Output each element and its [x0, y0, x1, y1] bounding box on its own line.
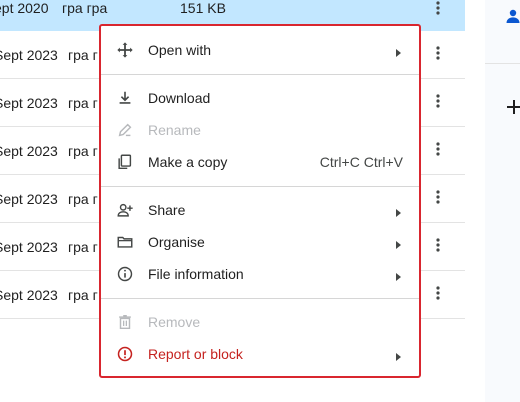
menu-item-label: Download [148, 90, 211, 106]
more-actions-icon[interactable] [428, 235, 448, 255]
row-date: Sept 2023 [0, 47, 58, 63]
edit-icon [115, 120, 135, 140]
person-add-icon [115, 200, 135, 220]
info-icon [115, 264, 135, 284]
row-owner: гра г [68, 287, 98, 303]
context-menu: Open with Download Rename Make a copy Ct… [99, 24, 421, 378]
submenu-arrow-icon [393, 205, 403, 217]
submenu-arrow-icon [393, 45, 403, 57]
row-date: Sept 2023 [0, 95, 58, 111]
more-actions-icon[interactable] [428, 0, 448, 18]
row-date: Sept 2023 [0, 191, 58, 207]
submenu-arrow-icon [393, 237, 403, 249]
report-icon [115, 344, 135, 364]
menu-item-organise[interactable]: Organise [101, 226, 419, 258]
menu-divider [101, 74, 419, 75]
row-owner: гра гра [62, 0, 108, 16]
row-owner: гра г [68, 95, 98, 111]
menu-item-label: Rename [148, 122, 201, 138]
menu-item-open-with[interactable]: Open with [101, 34, 419, 66]
more-actions-icon[interactable] [428, 91, 448, 111]
menu-item-report-or-block[interactable]: Report or block [101, 338, 419, 370]
row-date: Sept 2023 [0, 143, 58, 159]
menu-item-rename[interactable]: Rename [101, 114, 419, 146]
submenu-arrow-icon [393, 349, 403, 361]
menu-item-label: Share [148, 202, 186, 218]
folder-icon [115, 232, 135, 252]
menu-divider [101, 298, 419, 299]
more-actions-icon[interactable] [428, 187, 448, 207]
menu-divider [101, 186, 419, 187]
side-panel [485, 0, 520, 402]
menu-item-share[interactable]: Share [101, 194, 419, 226]
more-actions-icon[interactable] [428, 283, 448, 303]
menu-item-label: Organise [148, 234, 205, 250]
more-actions-icon[interactable] [428, 43, 448, 63]
menu-item-label: Make a copy [148, 154, 228, 170]
row-date: ept 2020 [0, 0, 49, 16]
menu-item-label: Remove [148, 314, 201, 330]
menu-item-make-copy[interactable]: Make a copy Ctrl+C Ctrl+V [101, 146, 419, 178]
row-date: Sept 2023 [0, 239, 58, 255]
menu-item-label: File information [148, 266, 244, 282]
menu-item-label: Open with [148, 42, 212, 58]
download-icon [115, 88, 135, 108]
panel-divider [485, 63, 520, 64]
more-actions-icon[interactable] [428, 139, 448, 159]
submenu-arrow-icon [393, 269, 403, 281]
person-icon[interactable] [505, 8, 520, 24]
row-owner: гра г [68, 239, 98, 255]
open-with-icon [115, 40, 135, 60]
menu-item-download[interactable]: Download [101, 82, 419, 114]
row-owner: гра г [68, 191, 98, 207]
keyboard-shortcut: Ctrl+C Ctrl+V [319, 154, 403, 170]
row-owner: гра г [68, 143, 98, 159]
menu-item-label: Report or block [148, 346, 243, 362]
row-date: Sept 2023 [0, 287, 58, 303]
row-owner: гра г [68, 47, 98, 63]
menu-item-remove[interactable]: Remove [101, 306, 419, 338]
row-size: 151 KB [180, 0, 226, 16]
trash-icon [115, 312, 135, 332]
copy-icon [115, 152, 135, 172]
add-icon[interactable] [504, 97, 520, 117]
menu-item-file-information[interactable]: File information [101, 258, 419, 290]
